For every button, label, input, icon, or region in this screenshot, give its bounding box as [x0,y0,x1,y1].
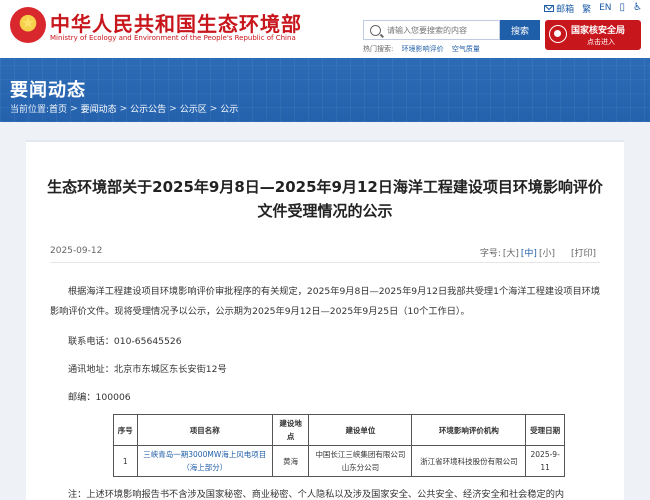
article-paragraph: 根据海洋工程建设项目环境影响评价审批程序的有关规定，2025年9月8日—2025… [50,286,601,317]
mailbox-label: 邮箱 [556,4,575,15]
breadcrumb: 当前位置: 首页 > 要闻动态 > 公示公告 > 公示区 > 公示 [10,102,238,116]
breadcrumb-public-notice[interactable]: 公示 [220,102,238,115]
section-banner: 要闻动态 当前位置: 首页 > 要闻动态 > 公示公告 > 公示区 > 公示 [0,58,650,122]
top-links: 邮箱 繁 EN ▯ ♿ [544,1,642,15]
search-icon [370,24,381,36]
col-index-header: 序号 [113,414,138,446]
contact-phone: 联系电话：010-65645526 [68,336,182,347]
col-eia-agency-header: 环境影响评价机构 [411,414,527,446]
table-row: 1 三峡青岛一期3000MW海上风电项目（海上部分） 黄海 中国长江三峡集团有限… [113,445,565,477]
font-size-label: 字号: [479,249,501,259]
breadcrumb-separator: > [70,103,78,114]
article-card: 生态环境部关于2025年9月8日—2025年9月12日海洋工程建设项目环境影响评… [26,140,624,500]
project-table: 序号 项目名称 建设地点 建设单位 环境影响评价机构 受理日期 1 三峡青岛一期… [113,414,565,477]
section-title: 要闻动态 [10,80,86,101]
font-size-large[interactable]: [大] [503,246,519,259]
col-location-header: 建设地点 [271,414,310,446]
article-title: 生态环境部关于2025年9月8日—2025年9月12日海洋工程建设项目环境影响评… [47,178,603,220]
breadcrumb-news[interactable]: 要闻动态 [81,102,117,115]
emblem-star: ★ [20,13,36,32]
article-tools: 字号: [大] [中] [小] [打印] [480,246,596,259]
search-box [363,20,500,40]
col-date-header: 受理日期 [525,414,565,446]
traditional-chinese-label: 繁 [582,4,592,15]
cell-location: 黄海 [271,445,310,477]
breadcrumb-home[interactable]: 首页 [49,102,67,115]
nnsa-subtitle: 点击进入 [587,38,615,46]
site-header: ★ 中华人民共和国生态环境部 Ministry of Ecology and E… [0,0,650,58]
nnsa-title: 国家核安全局 [571,26,626,36]
hot-search-eia[interactable]: 环境影响评价 [402,45,444,53]
meta-divider [50,262,600,263]
breadcrumb-separator: > [169,103,177,114]
breadcrumb-separator: > [209,103,218,114]
cell-index: 1 [113,445,138,477]
traditional-chinese-link[interactable]: 繁 [582,2,591,15]
cell-date: 2025-9-11 [525,445,565,477]
article-note: 注：上述环境影响报告书不含涉及国家秘密、商业秘密、个人隐私以及涉及国家安全、公共… [68,489,565,500]
accessibility-link[interactable]: ♿ [633,3,642,13]
english-link[interactable]: EN [599,3,611,13]
cell-builder: 中国长江三峡集团有限公司山东分公司 [308,445,413,477]
contact-address: 通讯地址：北京市东城区东长安街12号 [68,364,227,375]
english-label: EN [599,3,612,13]
publish-date: 2025-09-12 [50,246,103,256]
accessibility-icon: ♿ [633,2,642,13]
breadcrumb-separator: > [119,103,128,114]
font-size-small[interactable]: [小] [539,246,555,259]
site-subtitle: Ministry of Ecology and Environment of t… [50,34,296,42]
print-button[interactable]: [打印] [571,246,596,259]
search-input[interactable] [387,25,497,35]
breadcrumb-public-notice-area[interactable]: 公示区 [180,102,207,115]
font-size-medium[interactable]: [中] [521,246,537,259]
hot-searches: 热门搜索: 环境影响评价 空气质量 [363,44,480,54]
search-button[interactable]: 搜索 [500,20,540,40]
mobile-link[interactable]: ▯ [620,3,626,13]
contact-zip: 邮编：100006 [68,392,131,403]
hot-search-air-quality[interactable]: 空气质量 [452,45,480,53]
mail-icon [544,4,555,12]
mobile-icon: ▯ [619,2,626,13]
nnsa-logo-icon [549,25,567,43]
cell-project-link[interactable]: 三峡青岛一期3000MW海上风电项目（海上部分） [136,445,273,477]
breadcrumb-prefix: 当前位置: [10,105,50,115]
col-builder-header: 建设单位 [308,414,413,446]
col-project-header: 项目名称 [136,414,273,446]
national-emblem-icon[interactable]: ★ [10,7,46,43]
cell-eia-agency: 浙江省环境科技股份有限公司 [411,445,527,477]
site-title[interactable]: 中华人民共和国生态环境部 [50,8,302,37]
breadcrumb-announcements[interactable]: 公示公告 [130,102,166,115]
nnsa-link[interactable]: 国家核安全局 点击进入 [545,20,641,50]
mailbox-link[interactable]: 邮箱 [544,2,574,15]
hot-search-label: 热门搜索: [363,45,394,53]
table-header-row: 序号 项目名称 建设地点 建设单位 环境影响评价机构 受理日期 [113,414,565,446]
